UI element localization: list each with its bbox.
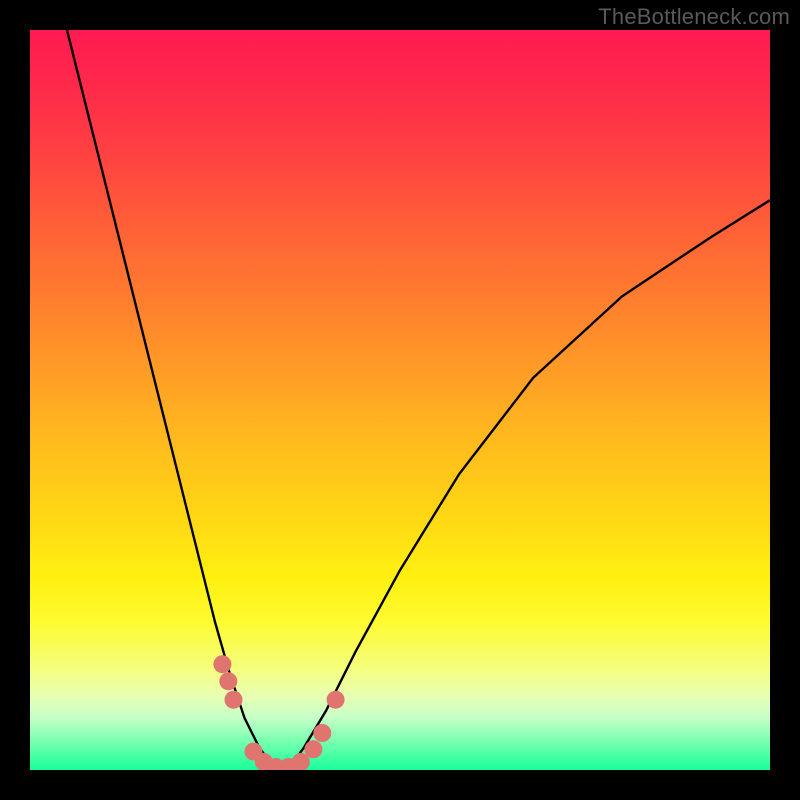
marker-trough-g — [313, 724, 331, 742]
marker-right-start — [327, 691, 345, 709]
plot-area — [30, 30, 770, 770]
chart-frame: TheBottleneck.com — [0, 0, 800, 800]
chart-svg — [30, 30, 770, 770]
bottleneck-curve — [67, 30, 770, 766]
marker-cluster-left-low — [225, 691, 243, 709]
marker-cluster-left-upper — [213, 655, 231, 673]
watermark-text: TheBottleneck.com — [598, 4, 790, 30]
marker-trough-f — [304, 740, 322, 758]
marker-cluster-left-mid — [219, 672, 237, 690]
